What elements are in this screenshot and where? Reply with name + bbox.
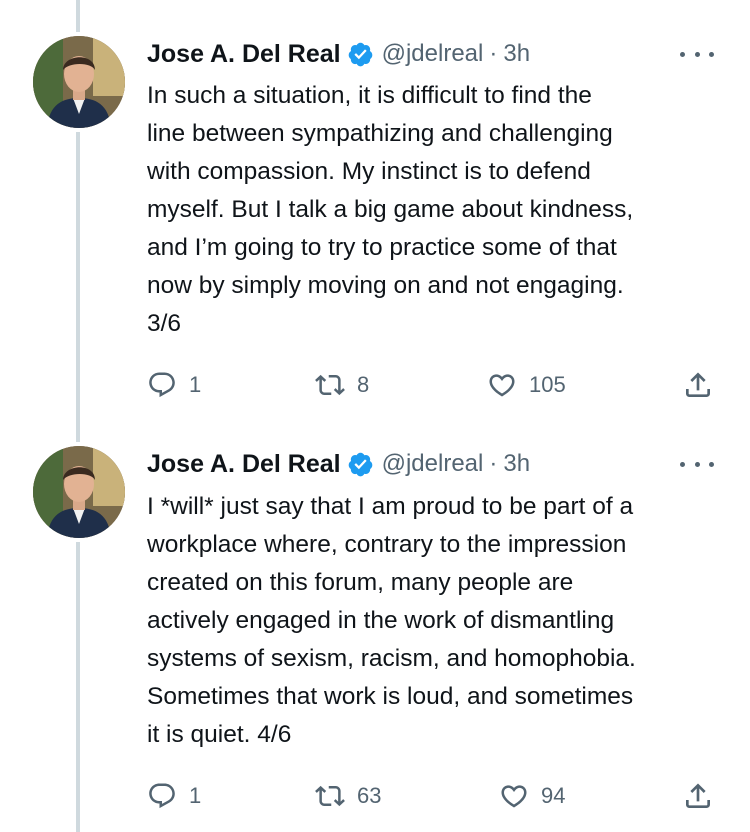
tweet-text-line: Sometimes that work is loud, and sometim…: [147, 683, 634, 710]
tweet-text: I *will* just say that I am proud to be …: [147, 488, 717, 754]
tweet-text-line: workplace where, contrary to the impress…: [147, 531, 627, 558]
tweet-text: In such a situation, it is difficult to …: [147, 77, 717, 343]
reply-icon: [147, 370, 177, 400]
heart-icon: [499, 781, 529, 811]
tweet-text-line: 3/6: [147, 310, 182, 337]
tweet-text-line: line between sympathizing and challengin…: [147, 120, 613, 147]
verified-badge-icon: [347, 41, 374, 68]
share-button[interactable]: [682, 365, 714, 405]
tweet-text-line: In such a situation, it is difficult to …: [147, 82, 592, 109]
verified-badge-icon: [347, 451, 374, 478]
tweet-header: Jose A. Del Real @jdelreal · 3h: [147, 36, 530, 72]
author-handle[interactable]: @jdelreal: [382, 450, 484, 478]
heart-icon: [487, 370, 517, 400]
tweet-text-line: I *will* just say that I am proud to be …: [147, 493, 634, 520]
retweet-count: 8: [357, 372, 370, 397]
more-options-icon[interactable]: [680, 454, 714, 474]
like-button[interactable]: 105: [487, 365, 566, 405]
retweet-button[interactable]: 63: [315, 776, 381, 816]
author-name[interactable]: Jose A. Del Real: [147, 450, 341, 479]
tweet[interactable]: Jose A. Del Real @jdelreal · 3h In such …: [0, 0, 750, 420]
share-icon: [682, 369, 714, 401]
author-handle[interactable]: @jdelreal: [382, 40, 484, 68]
avatar[interactable]: [33, 446, 125, 538]
like-count: 94: [541, 783, 566, 808]
more-options-icon[interactable]: [680, 44, 714, 64]
reply-icon: [147, 781, 177, 811]
separator-dot: ·: [489, 40, 498, 67]
share-icon: [682, 780, 714, 812]
tweet-text-line: created on this forum, many people are: [147, 569, 574, 596]
tweet-text-line: actively engaged in the work of dismantl…: [147, 607, 615, 634]
reply-button[interactable]: 1: [147, 776, 201, 816]
reply-button[interactable]: 1: [147, 365, 201, 405]
retweet-icon: [315, 781, 345, 811]
retweet-count: 63: [357, 783, 382, 808]
tweet-actions: 1 8 105: [147, 365, 722, 405]
tweet-text-line: with compassion. My instinct is to defen…: [147, 158, 591, 185]
author-name[interactable]: Jose A. Del Real: [147, 40, 341, 69]
like-count: 105: [529, 372, 566, 397]
retweet-button[interactable]: 8: [315, 365, 369, 405]
reply-count: 1: [189, 372, 202, 397]
tweet-text-line: and I’m going to try to practice some of…: [147, 234, 617, 261]
retweet-icon: [315, 370, 345, 400]
like-button[interactable]: 94: [499, 776, 565, 816]
share-button[interactable]: [682, 776, 714, 816]
reply-count: 1: [189, 783, 202, 808]
tweet-text-line: myself. But I talk a big game about kind…: [147, 196, 634, 223]
tweet-text-line: it is quiet. 4/6: [147, 721, 292, 748]
tweet[interactable]: Jose A. Del Real @jdelreal · 3h I *will*…: [0, 420, 750, 832]
separator-dot: ·: [489, 450, 498, 477]
tweet-header: Jose A. Del Real @jdelreal · 3h: [147, 446, 530, 482]
timestamp[interactable]: 3h: [503, 450, 530, 478]
avatar[interactable]: [33, 36, 125, 128]
tweet-actions: 1 63 94: [147, 776, 722, 816]
timestamp[interactable]: 3h: [503, 40, 530, 68]
tweet-text-line: systems of sexism, racism, and homophobi…: [147, 645, 636, 672]
tweet-text-line: now by simply moving on and not engaging…: [147, 272, 624, 299]
